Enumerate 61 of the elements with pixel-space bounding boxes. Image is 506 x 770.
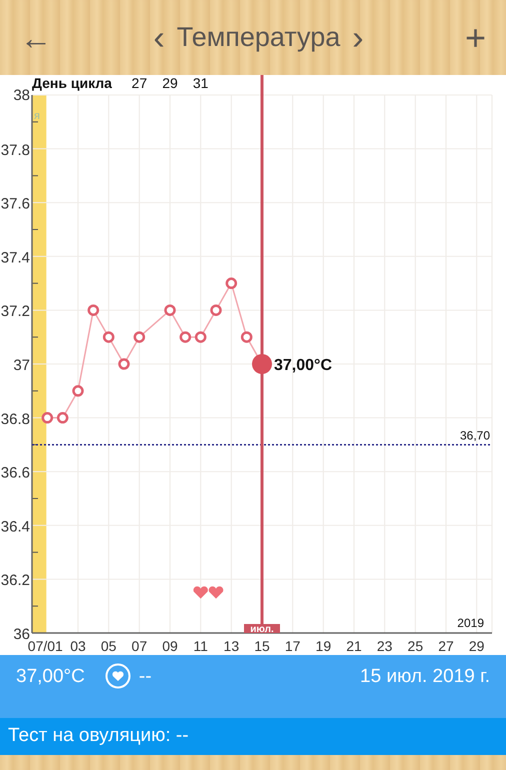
data-point[interactable] <box>210 304 222 316</box>
x-axis-label: 03 <box>70 638 86 654</box>
y-axis-label: 36.8 <box>0 410 30 428</box>
data-point[interactable] <box>134 331 146 343</box>
cycle-day-number: 29 <box>162 75 178 91</box>
data-point[interactable] <box>180 331 192 343</box>
x-axis-label: 05 <box>100 638 116 654</box>
cycle-day-label: День цикла <box>32 75 112 91</box>
y-axis-label: 37.8 <box>0 142 30 159</box>
y-axis-label: 37.4 <box>0 249 30 266</box>
y-axis-label: 36.4 <box>0 518 30 536</box>
heart-circle-icon <box>104 663 131 689</box>
y-axis-label: 37 <box>13 357 30 374</box>
x-axis-label: 25 <box>408 638 424 654</box>
date-text: 15 июл. 2019 г. <box>360 665 490 689</box>
data-point[interactable] <box>194 331 206 343</box>
data-point[interactable] <box>72 385 84 397</box>
band-label: я <box>34 110 40 122</box>
x-axis-label: 17 <box>284 638 300 654</box>
y-axis-label: 37.2 <box>0 303 30 320</box>
data-point[interactable] <box>118 358 130 370</box>
month-tag: июл. <box>244 624 280 635</box>
y-axis-label: 38 <box>13 87 30 104</box>
x-axis-label: 09 <box>162 638 178 654</box>
add-button[interactable]: + <box>460 20 490 56</box>
x-axis-label: 13 <box>224 638 240 654</box>
selected-value: 37,00°C <box>274 357 332 374</box>
ref-line-label: июл. <box>250 624 274 635</box>
x-axis-label: 21 <box>346 638 362 654</box>
y-axis-label: 36 <box>13 626 30 643</box>
x-axis-label: 29 <box>468 638 484 654</box>
temperature-value: 37,00°C <box>16 665 85 689</box>
back-button[interactable]: ← <box>16 22 56 54</box>
y-axis-label: 36.2 <box>0 572 30 590</box>
data-point[interactable] <box>164 304 176 316</box>
x-axis-label: 07 <box>132 638 148 654</box>
x-axis-label: 11 <box>193 638 208 654</box>
data-point[interactable] <box>56 412 68 424</box>
data-point[interactable] <box>240 331 252 343</box>
data-point[interactable] <box>226 278 238 290</box>
cycle-day-number: 31 <box>192 75 208 91</box>
x-axis-label: 07/01 <box>28 638 63 654</box>
ovulation-test-text: Тест на овуляцию: -- <box>8 724 189 748</box>
selected-point[interactable] <box>252 354 272 374</box>
x-axis-label: 27 <box>438 638 454 654</box>
y-axis-label: 36.6 <box>0 464 30 482</box>
y-axis-label: 37.6 <box>0 196 30 213</box>
x-axis-label: 15 <box>254 638 270 654</box>
reference-value: 36,70 <box>460 428 490 443</box>
hearts-icon <box>193 586 224 599</box>
screen-title: Температура <box>176 21 340 54</box>
intercourse-value: -- <box>138 665 152 689</box>
previous-button[interactable]: ‹ <box>149 20 169 54</box>
cycle-day-number: 27 <box>132 75 148 91</box>
data-point[interactable] <box>88 304 100 316</box>
data-point[interactable] <box>102 331 114 343</box>
year-label: 2019 <box>457 616 484 630</box>
data-point[interactable] <box>42 412 54 424</box>
x-axis-label: 23 <box>376 638 392 654</box>
x-axis-label: 19 <box>316 638 332 654</box>
next-button[interactable]: › <box>348 20 368 54</box>
